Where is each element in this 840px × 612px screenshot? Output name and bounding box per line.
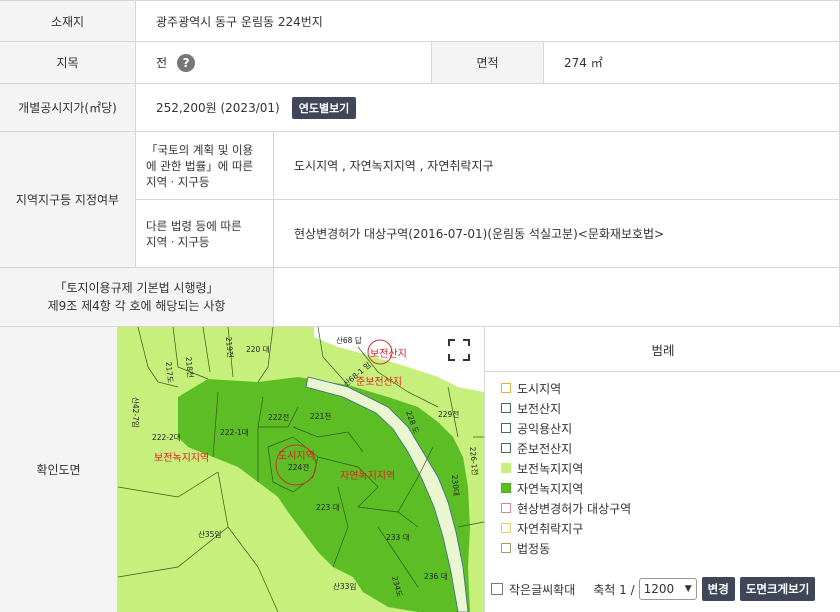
- parcel-221: 221천: [310, 411, 331, 421]
- zone-label-urban: 도시지역: [278, 450, 315, 462]
- parcel-224: 224전: [288, 462, 309, 472]
- legend-swatch: [501, 383, 511, 393]
- map-label: 확인도면: [0, 327, 118, 612]
- category-cell: 전 ?: [136, 42, 432, 84]
- law2-label-line1: 다른 법령 등에 따른: [146, 218, 242, 233]
- location-label: 소재지: [0, 0, 136, 42]
- legend-swatch: [501, 503, 511, 513]
- legend-item: 법정동: [501, 539, 550, 557]
- legend-swatch: [501, 423, 511, 433]
- land-use-map[interactable]: 220 대 219전 218전 217도 산68 답 산68-1 임 222전 …: [118, 327, 484, 612]
- map-canvas: 220 대 219전 218전 217도 산68 답 산68-1 임 222전 …: [118, 327, 484, 612]
- legend-label: 도시지역: [517, 381, 562, 396]
- parcel-218: 218전: [184, 356, 196, 378]
- parcel-219: 219전: [224, 336, 236, 358]
- map-controls: 작은글씨확대 축척 1 / 1200 ▼ 변경 도면크게보기: [485, 573, 840, 605]
- law2-value: 현상변경허가 대상구역(2016-07-01)(운림동 석실고분)<문화재보호법…: [274, 200, 840, 268]
- legend-swatch: [501, 523, 511, 533]
- legend-label: 공익용산지: [517, 421, 573, 436]
- legend-item: 현상변경허가 대상구역: [501, 499, 631, 517]
- legend-item: 보전산지: [501, 399, 561, 417]
- area-value: 274 ㎡: [544, 42, 840, 84]
- parcel-230: 230대: [450, 474, 461, 496]
- law1-label-line3: 지역ㆍ지구등: [146, 174, 210, 189]
- change-scale-button[interactable]: 변경: [701, 577, 735, 601]
- parcel-220: 220 대: [246, 345, 270, 354]
- law2-label: 다른 법령 등에 따른 지역ㆍ지구등: [136, 200, 274, 268]
- legend-label: 자연취락지구: [517, 521, 584, 536]
- parcel-s33: 산33임: [333, 581, 356, 591]
- law1-label: 「국토의 계획 및 이용 에 관한 법률」에 따른 지역ㆍ지구등: [136, 132, 274, 200]
- law1-label-line2: 에 관한 법률」에 따른: [146, 158, 254, 173]
- expand-icon[interactable]: [446, 337, 472, 363]
- parcel-s35: 산35임: [198, 529, 221, 539]
- zoom-text-label: 작은글씨확대: [509, 582, 576, 597]
- price-label: 개별공시지가(㎡당): [0, 84, 136, 132]
- parcel-222: 222전: [268, 412, 289, 422]
- legend-label: 보전산지: [517, 401, 562, 416]
- legend-swatch: [501, 403, 511, 413]
- legend-item: 자연취락지구: [501, 519, 583, 537]
- category-label: 지목: [0, 42, 136, 84]
- legend-swatch: [501, 463, 511, 473]
- zone-label-conservation-green: 보전녹지지역: [154, 452, 209, 464]
- decree-label-line1: 「토지이용규제 기본법 시행령」: [54, 281, 219, 295]
- legend-swatch: [501, 483, 511, 493]
- zone-label-natural-green: 자연녹지지역: [340, 470, 395, 482]
- scale-select[interactable]: 1200 ▼: [638, 578, 697, 600]
- category-value: 전: [156, 56, 168, 70]
- decree-value: [274, 268, 840, 327]
- scale-label: 축척 1 /: [593, 582, 635, 597]
- parcel-217: 217도: [164, 361, 175, 383]
- zoom-text-checkbox[interactable]: [491, 583, 503, 595]
- parcel-222-2: 222-2대: [152, 433, 181, 442]
- yearly-view-button[interactable]: 연도별보기: [291, 96, 357, 119]
- legend-panel: 범례 도시지역보전산지공익용산지준보전산지보전녹지지역자연녹지지역현상변경허가 …: [484, 327, 840, 612]
- price-cell: 252,200원 (2023/01) 연도별보기: [136, 84, 840, 132]
- legend-label: 현상변경허가 대상구역: [517, 501, 632, 516]
- zone-label-preservation-forest: 보전산지: [370, 348, 407, 360]
- legend-label: 법정동: [517, 541, 551, 556]
- legend-item: 도시지역: [501, 379, 561, 397]
- legend-swatch: [501, 543, 511, 553]
- law2-label-line2: 지역ㆍ지구등: [146, 234, 210, 249]
- parcel-s68: 산68 답: [336, 335, 362, 345]
- legend-item: 보전녹지지역: [501, 459, 583, 477]
- enlarge-map-button[interactable]: 도면크게보기: [739, 577, 816, 601]
- help-icon[interactable]: ?: [177, 53, 196, 72]
- law1-label-line1: 「국토의 계획 및 이용: [146, 142, 254, 157]
- legend-label: 준보전산지: [517, 441, 573, 456]
- legend-swatch: [501, 443, 511, 453]
- parcel-222-1: 222-1대: [220, 428, 249, 437]
- legend-label: 보전녹지지역: [517, 461, 584, 476]
- location-value: 광주광역시 동구 운림동 224번지: [136, 0, 840, 42]
- parcel-223: 223 대: [316, 503, 340, 512]
- legend-item: 준보전산지: [501, 439, 572, 457]
- legend-label: 자연녹지지역: [517, 481, 584, 496]
- decree-label: 「토지이용규제 기본법 시행령」 제9조 제4항 각 호에 해당되는 사항: [0, 268, 274, 327]
- chevron-down-icon: ▼: [684, 584, 692, 594]
- legend-item: 자연녹지지역: [501, 479, 583, 497]
- parcel-236: 236 대: [424, 572, 448, 581]
- parcel-s42-7: 산42-7임: [131, 397, 141, 428]
- zoning-label: 지역지구등 지정여부: [0, 132, 136, 268]
- decree-label-line2: 제9조 제4항 각 호에 해당되는 사항: [47, 299, 226, 313]
- law1-value: 도시지역 , 자연녹지지역 , 자연취락지구: [274, 132, 840, 200]
- legend-item: 공익용산지: [501, 419, 572, 437]
- price-value: 252,200원 (2023/01): [156, 101, 280, 115]
- parcel-233: 233 대: [386, 533, 410, 542]
- scale-value: 1200: [643, 582, 675, 596]
- area-label: 면적: [432, 42, 544, 84]
- legend-title: 범례: [485, 327, 840, 372]
- zone-label-semi-preservation-forest: 준보전산지: [356, 376, 402, 388]
- parcel-229: 229전: [438, 409, 459, 419]
